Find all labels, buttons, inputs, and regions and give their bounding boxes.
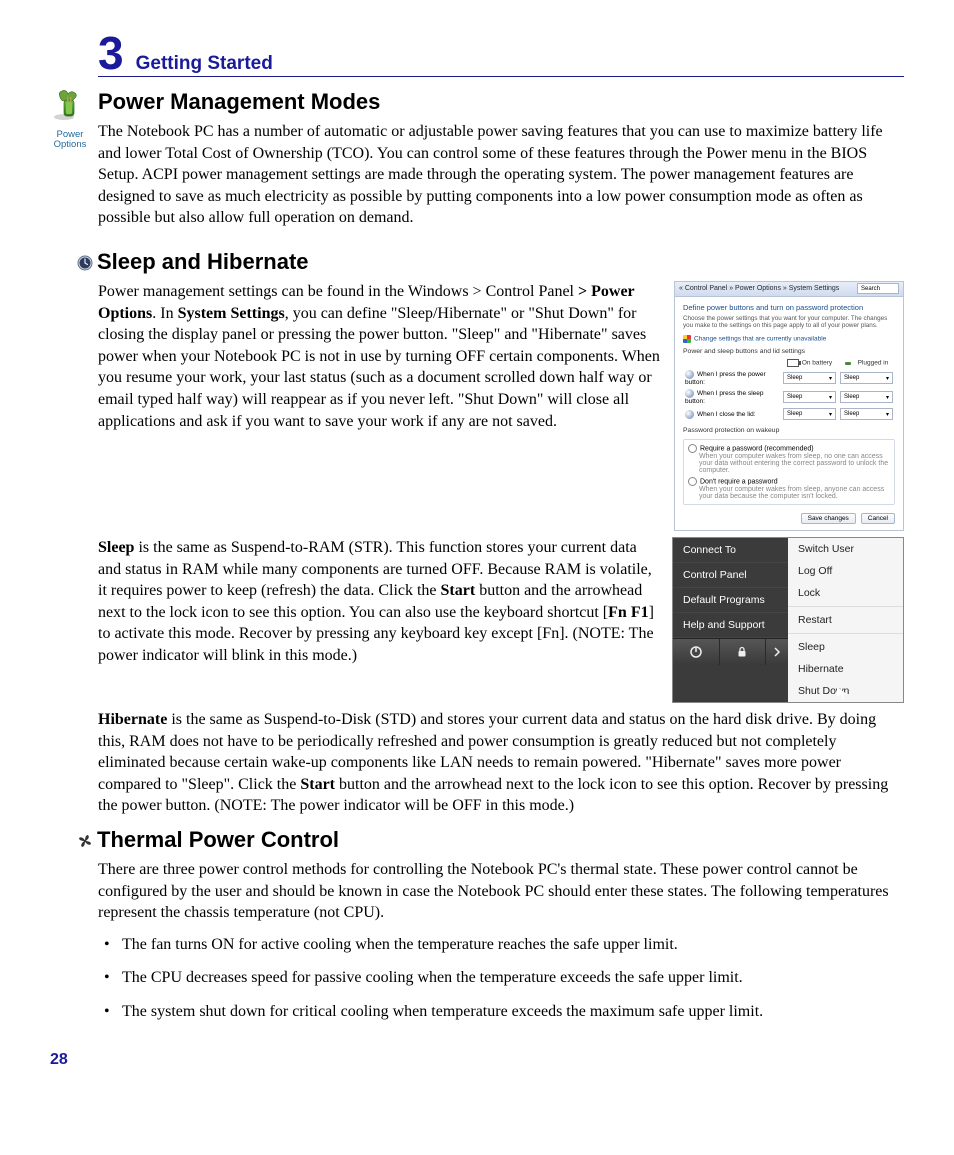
thermal-bullet-list: The fan turns ON for active cooling when… bbox=[98, 934, 904, 1023]
startmenu-left-item: Connect To bbox=[673, 538, 788, 563]
settings-group2: Password protection on wakeup bbox=[683, 427, 895, 434]
lid-icon bbox=[685, 410, 694, 419]
system-settings-window: « Control Panel » Power Options » System… bbox=[674, 281, 904, 531]
settings-lead: Define power buttons and turn on passwor… bbox=[683, 303, 895, 312]
settings-breadcrumb: « Control Panel » Power Options » System… bbox=[679, 285, 839, 292]
save-changes-button: Save changes bbox=[801, 513, 856, 524]
radio-icon bbox=[688, 477, 697, 486]
startmenu-right-item: Switch User bbox=[788, 538, 903, 560]
startmenu-right-item: Lock bbox=[788, 582, 903, 604]
startmenu-left-item: Help and Support bbox=[673, 613, 788, 638]
heading-thermal: Thermal Power Control bbox=[98, 827, 904, 853]
battery-icon bbox=[787, 359, 799, 367]
start-menu-figure: Connect To Control Panel Default Program… bbox=[672, 537, 904, 703]
sleep-button-icon bbox=[685, 389, 694, 398]
power-button-icon bbox=[685, 370, 694, 379]
radio-icon bbox=[688, 444, 697, 453]
settings-search: Search bbox=[857, 283, 899, 294]
chapter-title: Getting Started bbox=[136, 53, 273, 75]
startmenu-left-item: Default Programs bbox=[673, 588, 788, 613]
cancel-button: Cancel bbox=[861, 513, 895, 524]
settings-change-link: Change settings that are currently unava… bbox=[683, 335, 895, 343]
chapter-number: 3 bbox=[98, 30, 124, 76]
plug-icon bbox=[845, 359, 855, 367]
settings-sub: Choose the power settings that you want … bbox=[683, 315, 895, 329]
startmenu-right-item: Log Off bbox=[788, 560, 903, 582]
startmenu-right-item: Shut Down bbox=[788, 680, 903, 702]
heading-power-management: Power Management Modes bbox=[98, 89, 904, 115]
para-power-management: The Notebook PC has a number of automati… bbox=[98, 121, 904, 229]
power-icon bbox=[673, 639, 720, 665]
startmenu-right-item: Restart bbox=[788, 609, 903, 631]
power-options-icon: Power Options bbox=[50, 87, 90, 151]
chevron-right-icon bbox=[766, 639, 788, 665]
startmenu-right-item: Sleep bbox=[788, 636, 903, 658]
para-thermal-intro: There are three power control methods fo… bbox=[98, 859, 904, 924]
clock-icon bbox=[76, 254, 94, 272]
shield-icon bbox=[683, 335, 691, 343]
page-number: 28 bbox=[50, 1051, 904, 1069]
fan-icon bbox=[76, 832, 94, 850]
settings-group1: Power and sleep buttons and lid settings bbox=[683, 348, 895, 355]
thermal-bullet: The CPU decreases speed for passive cool… bbox=[98, 967, 904, 989]
lock-icon bbox=[720, 639, 767, 665]
startmenu-left-item: Control Panel bbox=[673, 563, 788, 588]
heading-sleep-hibernate: Sleep and Hibernate bbox=[98, 249, 904, 275]
para-sleep-3: Hibernate is the same as Suspend-to-Disk… bbox=[98, 709, 904, 817]
power-options-label: Power Options bbox=[50, 130, 90, 151]
thermal-bullet: The fan turns ON for active cooling when… bbox=[98, 934, 904, 956]
thermal-bullet: The system shut down for critical coolin… bbox=[98, 1001, 904, 1023]
chapter-header: 3 Getting Started bbox=[98, 30, 904, 77]
startmenu-right-item: Hibernate bbox=[788, 658, 903, 680]
